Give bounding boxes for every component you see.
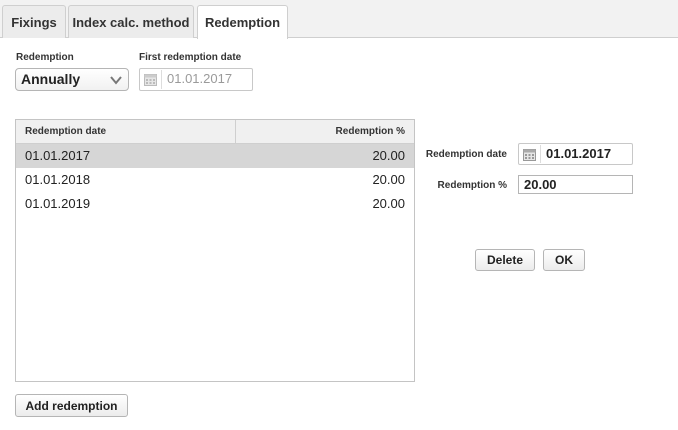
first-redemption-date-field[interactable]: 01.01.2017 [139, 68, 253, 91]
first-redemption-date-label: First redemption date [139, 52, 242, 63]
table-row[interactable]: 01.01.2017 20.00 [16, 144, 414, 168]
add-redemption-button[interactable]: Add redemption [15, 394, 128, 417]
table-header: Redemption date Redemption % [16, 120, 414, 144]
detail-redemption-date-label: Redemption date [425, 149, 507, 160]
field-divider [540, 145, 541, 163]
row-percent: 20.00 [372, 148, 405, 163]
tab-redemption[interactable]: Redemption [197, 5, 288, 39]
redemption-label: Redemption [16, 52, 74, 63]
calendar-icon [144, 74, 157, 86]
row-percent: 20.00 [372, 172, 405, 187]
tab-bar: Fixings Index calc. method Redemption [0, 0, 678, 39]
tab-fixings[interactable]: Fixings [2, 5, 66, 38]
field-divider [161, 70, 162, 89]
ok-button[interactable]: OK [543, 249, 585, 271]
delete-button[interactable]: Delete [475, 249, 535, 271]
row-date: 01.01.2017 [25, 148, 91, 163]
redemption-select-value: Annually [21, 71, 81, 87]
table-row[interactable]: 01.01.2018 20.00 [16, 168, 414, 192]
redemption-select[interactable]: Annually [15, 68, 129, 91]
column-header-redemption-date[interactable]: Redemption date [25, 126, 106, 137]
detail-redemption-date-field[interactable]: 01.01.2017 [518, 143, 633, 165]
tab-index-calc-method[interactable]: Index calc. method [68, 5, 194, 38]
row-date: 01.01.2019 [25, 196, 91, 211]
detail-redemption-date-value: 01.01.2017 [546, 146, 612, 161]
chevron-down-icon [110, 76, 122, 85]
column-header-redemption-percent[interactable]: Redemption % [336, 126, 405, 137]
first-redemption-date-value: 01.01.2017 [167, 71, 233, 86]
row-date: 01.01.2018 [25, 172, 91, 187]
column-divider[interactable] [235, 120, 236, 144]
table-row[interactable]: 01.01.2019 20.00 [16, 192, 414, 216]
calendar-icon[interactable] [523, 148, 536, 161]
redemption-table: Redemption date Redemption % 01.01.2017 … [15, 119, 415, 382]
detail-redemption-percent-label: Redemption % [437, 180, 507, 191]
detail-redemption-percent-input[interactable]: 20.00 [518, 175, 633, 194]
row-percent: 20.00 [372, 196, 405, 211]
